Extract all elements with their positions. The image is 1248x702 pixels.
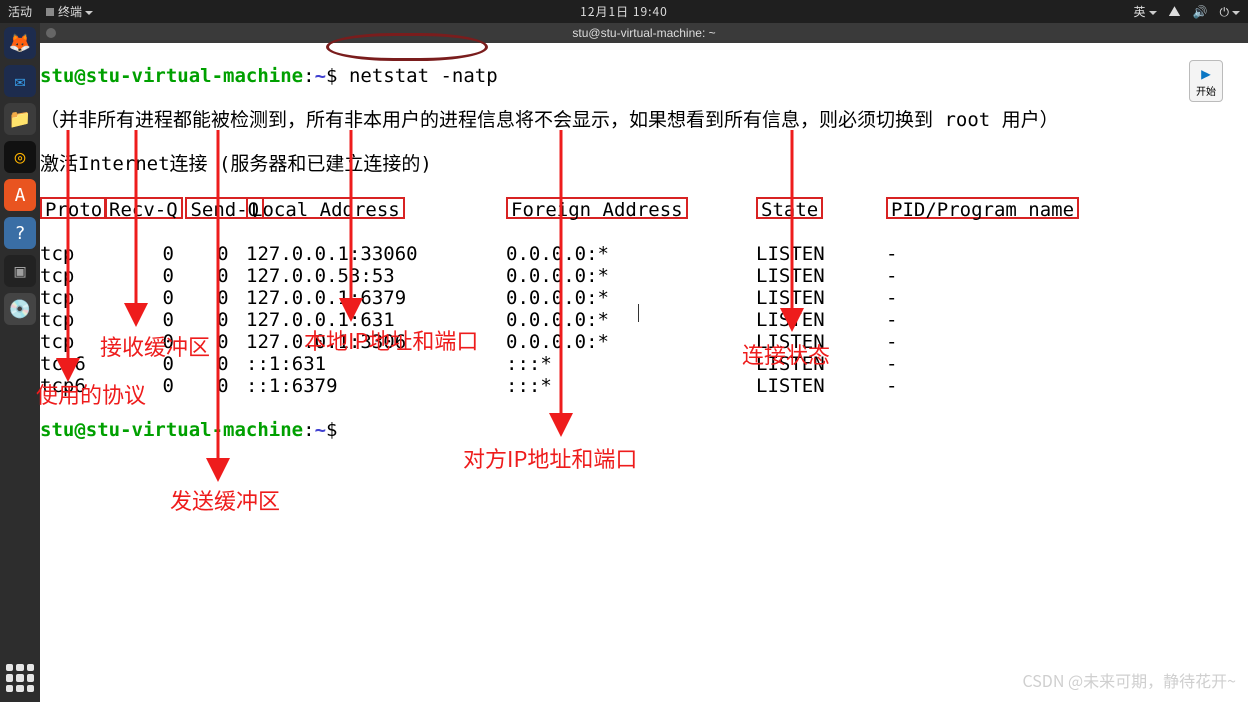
anno-send: 发送缓冲区	[170, 484, 280, 516]
cell-state: LISTEN	[756, 309, 886, 331]
cell-local: ::1:6379	[246, 375, 506, 397]
chevron-down-icon	[1232, 11, 1240, 15]
disk-icon[interactable]: 💿	[4, 293, 36, 325]
cell-pid: -	[886, 265, 1248, 287]
firefox-icon[interactable]: 🦊	[4, 27, 36, 59]
start-label: 开始	[1196, 83, 1216, 98]
cell-foreign: 0.0.0.0:*	[506, 309, 756, 331]
activities-button[interactable]: 活动	[8, 3, 32, 20]
col-pid: PID/Program name	[886, 197, 1079, 219]
cell-foreign: 0.0.0.0:*	[506, 287, 756, 309]
arrow-foreign	[555, 130, 575, 435]
cell-foreign: 0.0.0.0:*	[506, 331, 756, 353]
clock[interactable]: 12月1日 19:40	[580, 3, 668, 20]
cell-pid: -	[886, 331, 1248, 353]
cell-local: 127.0.0.53:53	[246, 265, 506, 287]
cell-pid: -	[886, 375, 1248, 397]
cell-foreign: :::*	[506, 375, 756, 397]
cell-pid: -	[886, 353, 1248, 375]
cell-pid: -	[886, 243, 1248, 265]
anno-local: 本地IP地址和端口	[304, 324, 478, 356]
cell-send: 0	[174, 243, 246, 265]
col-local: Local Address	[246, 197, 405, 219]
cell-send: 0	[174, 309, 246, 331]
warning-line: （并非所有进程都能被检测到，所有非本用户的进程信息将不会显示，如果想看到所有信息…	[40, 109, 1248, 131]
watermark: CSDN @未来可期，静待花开~	[1023, 668, 1237, 692]
cell-send: 0	[174, 375, 246, 397]
command-text: netstat -natp	[349, 65, 498, 87]
network-icon[interactable]: ▲	[1169, 3, 1181, 20]
cell-send: 0	[174, 265, 246, 287]
chevron-down-icon	[1149, 11, 1157, 15]
sound-icon[interactable]: 🔊	[1193, 3, 1208, 20]
cell-foreign: 0.0.0.0:*	[506, 243, 756, 265]
window-menu-icon[interactable]	[46, 28, 56, 38]
command-highlight-ellipse	[326, 33, 488, 61]
cell-send: 0	[174, 287, 246, 309]
anno-state: 连接状态	[742, 338, 830, 370]
cell-local: 127.0.0.1:33060	[246, 243, 506, 265]
arrow-recv	[130, 130, 150, 325]
cell-foreign: :::*	[506, 353, 756, 375]
anno-foreign: 对方IP地址和端口	[463, 442, 637, 474]
arrow-send	[212, 130, 232, 480]
software-icon[interactable]: A	[4, 179, 36, 211]
prompt-user: stu	[40, 65, 74, 87]
cell-state: LISTEN	[756, 265, 886, 287]
cell-foreign: 0.0.0.0:*	[506, 265, 756, 287]
anno-recv: 接收缓冲区	[100, 330, 210, 362]
cell-local: ::1:631	[246, 353, 506, 375]
rhythmbox-icon[interactable]: ◎	[4, 141, 36, 173]
start-floating-button[interactable]: ▶ 开始	[1189, 60, 1223, 102]
help-icon[interactable]: ?	[4, 217, 36, 249]
power-icon[interactable]: ⏻	[1220, 3, 1241, 20]
terminal-icon[interactable]: ▣	[4, 255, 36, 287]
cell-pid: -	[886, 309, 1248, 331]
cell-pid: -	[886, 287, 1248, 309]
anno-proto: 使用的协议	[36, 378, 146, 410]
gnome-topbar: 活动 终端 12月1日 19:40 英 ▲ 🔊 ⏻	[0, 0, 1248, 23]
prompt-host: stu-virtual-machine	[86, 65, 303, 87]
window-titlebar: stu@stu-virtual-machine: ~	[40, 23, 1248, 43]
current-app[interactable]: 终端	[46, 3, 93, 20]
col-foreign: Foreign Address	[506, 197, 688, 219]
files-icon[interactable]: 📁	[4, 103, 36, 135]
start-icon: ▶	[1201, 64, 1211, 83]
cell-state: LISTEN	[756, 243, 886, 265]
arrow-proto	[62, 130, 82, 380]
cell-state: LISTEN	[756, 375, 886, 397]
cell-local: 127.0.0.1:6379	[246, 287, 506, 309]
text-cursor	[638, 304, 639, 322]
cell-state: LISTEN	[756, 287, 886, 309]
ime-indicator[interactable]: 英	[1134, 3, 1157, 20]
thunderbird-icon[interactable]: ✉	[4, 65, 36, 97]
show-apps-icon[interactable]	[6, 664, 34, 692]
prompt-symbol: $	[326, 65, 337, 87]
arrow-state	[786, 130, 806, 330]
chevron-down-icon	[85, 11, 93, 15]
arrow-local	[345, 130, 365, 320]
window-title: stu@stu-virtual-machine: ~	[572, 26, 715, 40]
launcher-dock: 🦊 ✉ 📁 ◎ A ? ▣ 💿	[0, 23, 40, 702]
prompt-path: ~	[315, 65, 326, 87]
